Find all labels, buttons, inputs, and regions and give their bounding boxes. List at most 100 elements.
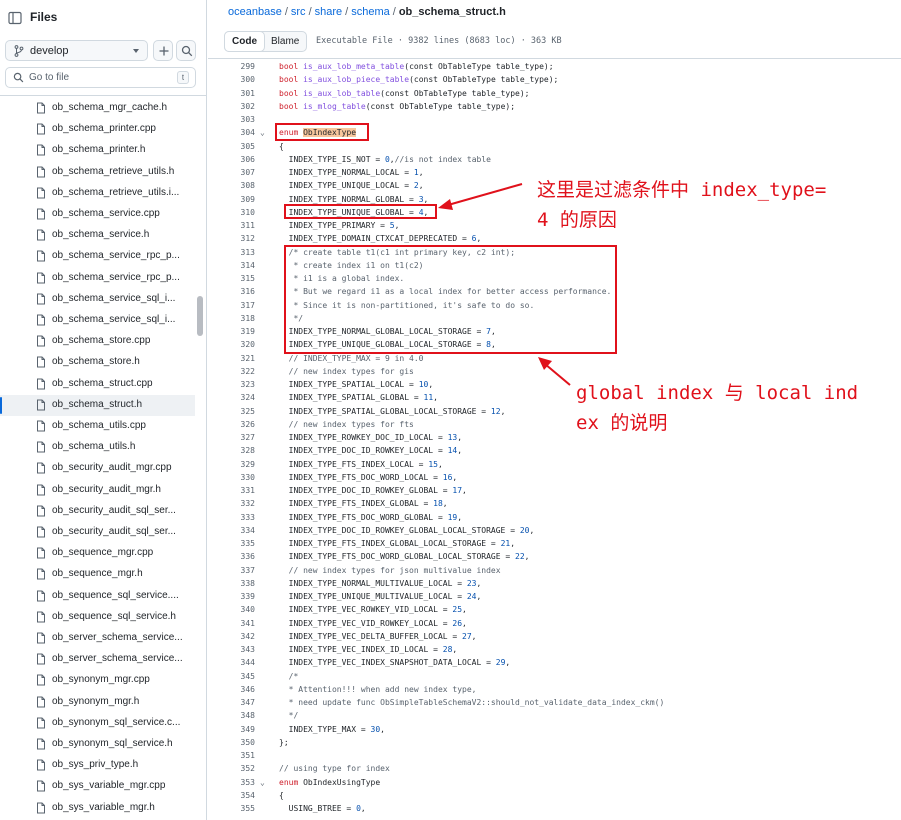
line-number[interactable]: 318 — [208, 312, 255, 325]
tab-code[interactable]: Code — [224, 31, 265, 52]
sidebar-scrollbar[interactable] — [197, 296, 203, 336]
breadcrumb-share-link[interactable]: share — [315, 6, 343, 18]
file-tree-item[interactable]: ob_sequence_mgr.h — [0, 564, 195, 585]
file-tree-item[interactable]: ob_schema_utils.h — [0, 437, 195, 458]
line-number[interactable]: 352 — [208, 762, 255, 775]
breadcrumb-schema-link[interactable]: schema — [351, 6, 390, 18]
file-tree-item[interactable]: ob_schema_store.h — [0, 352, 195, 373]
file-tree-item[interactable]: ob_schema_store.cpp — [0, 331, 195, 352]
file-tree-item[interactable]: ob_sequence_mgr.cpp — [0, 543, 195, 564]
line-number[interactable]: 350 — [208, 736, 255, 749]
file-tree-item[interactable]: ob_schema_printer.cpp — [0, 119, 195, 140]
line-number[interactable]: 307 — [208, 166, 255, 179]
line-number[interactable]: 306 — [208, 153, 255, 166]
file-tree-item[interactable]: ob_schema_utils.cpp — [0, 416, 195, 437]
file-tree-item[interactable]: ob_security_audit_mgr.cpp — [0, 458, 195, 479]
line-number[interactable]: 324 — [208, 391, 255, 404]
file-tree-item[interactable]: ob_schema_retrieve_utils.h — [0, 162, 195, 183]
line-number[interactable]: 300 — [208, 73, 255, 86]
line-number[interactable]: 304 — [208, 126, 255, 139]
line-number[interactable]: 345 — [208, 670, 255, 683]
collapse-sidebar-icon[interactable] — [8, 11, 22, 25]
line-number[interactable]: 322 — [208, 365, 255, 378]
line-number[interactable]: 319 — [208, 325, 255, 338]
line-number[interactable]: 347 — [208, 696, 255, 709]
line-number[interactable]: 336 — [208, 550, 255, 563]
line-number[interactable]: 320 — [208, 338, 255, 351]
file-tree-item[interactable]: ob_sys_variable_mgr.h — [0, 798, 195, 819]
line-number[interactable]: 326 — [208, 418, 255, 431]
line-number[interactable]: 309 — [208, 193, 255, 206]
line-number[interactable]: 311 — [208, 219, 255, 232]
breadcrumb-repo-link[interactable]: oceanbase — [228, 6, 282, 18]
line-number[interactable]: 316 — [208, 285, 255, 298]
line-number[interactable]: 349 — [208, 723, 255, 736]
line-number[interactable]: 308 — [208, 179, 255, 192]
file-tree-item[interactable]: ob_schema_struct.h — [0, 394, 195, 416]
breadcrumb-src-link[interactable]: src — [291, 6, 306, 18]
file-tree-item[interactable]: ob_server_schema_service... — [0, 649, 195, 670]
add-file-button[interactable] — [153, 40, 173, 61]
file-tree-item[interactable]: ob_security_audit_mgr.h — [0, 480, 195, 501]
line-number[interactable]: 355 — [208, 802, 255, 815]
line-number[interactable]: 332 — [208, 497, 255, 510]
file-tree-item[interactable]: ob_schema_service_sql_i... — [0, 310, 195, 331]
line-number[interactable]: 321 — [208, 352, 255, 365]
file-tree-item[interactable]: ob_synonym_mgr.h — [0, 692, 195, 713]
tab-blame[interactable]: Blame — [264, 32, 306, 51]
line-number[interactable]: 338 — [208, 577, 255, 590]
line-number[interactable]: 344 — [208, 656, 255, 669]
line-number[interactable]: 303 — [208, 113, 255, 126]
line-number[interactable]: 310 — [208, 206, 255, 219]
file-tree-item[interactable]: ob_sys_variable_mgr.cpp — [0, 776, 195, 797]
line-number[interactable]: 354 — [208, 789, 255, 802]
file-tree-item[interactable]: ob_security_audit_sql_ser... — [0, 501, 195, 522]
line-number[interactable]: 341 — [208, 617, 255, 630]
file-tree-item[interactable]: ob_schema_retrieve_utils.i... — [0, 183, 195, 204]
line-number[interactable]: 314 — [208, 259, 255, 272]
line-number[interactable]: 337 — [208, 564, 255, 577]
file-tree-item[interactable]: ob_schema_printer.h — [0, 140, 195, 161]
line-number[interactable]: 346 — [208, 683, 255, 696]
line-number[interactable]: 299 — [208, 60, 255, 73]
line-number[interactable]: 351 — [208, 749, 255, 762]
branch-selector[interactable]: develop — [5, 40, 148, 61]
line-number[interactable]: 329 — [208, 458, 255, 471]
line-number[interactable]: 315 — [208, 272, 255, 285]
fold-chevron-icon[interactable]: ⌄ — [260, 777, 265, 789]
file-tree-item[interactable]: ob_schema_service.h — [0, 225, 195, 246]
line-number[interactable]: 353 — [208, 776, 255, 789]
line-number[interactable]: 302 — [208, 100, 255, 113]
line-number[interactable]: 313 — [208, 246, 255, 259]
file-tree-item[interactable]: ob_sys_priv_type.h — [0, 755, 195, 776]
line-number[interactable]: 301 — [208, 87, 255, 100]
line-number[interactable]: 323 — [208, 378, 255, 391]
line-number[interactable]: 343 — [208, 643, 255, 656]
line-number[interactable]: 305 — [208, 140, 255, 153]
line-number[interactable]: 340 — [208, 603, 255, 616]
file-tree-item[interactable]: ob_synonym_mgr.cpp — [0, 670, 195, 691]
file-tree-item[interactable]: ob_synonym_sql_service.c... — [0, 713, 195, 734]
file-tree-item[interactable]: ob_schema_service_rpc_p... — [0, 246, 195, 267]
fold-chevron-icon[interactable]: ⌄ — [260, 127, 265, 139]
search-code-button[interactable] — [176, 40, 196, 61]
line-number[interactable]: 330 — [208, 471, 255, 484]
file-tree-item[interactable]: ob_synonym_sql_service.h — [0, 734, 195, 755]
line-number[interactable]: 333 — [208, 511, 255, 524]
go-to-file-input[interactable]: Go to file t — [5, 67, 196, 88]
line-number[interactable]: 317 — [208, 299, 255, 312]
file-tree-item[interactable]: ob_schema_service_sql_i... — [0, 289, 195, 310]
line-number[interactable]: 334 — [208, 524, 255, 537]
file-tree-item[interactable]: ob_security_audit_sql_ser... — [0, 522, 195, 543]
file-tree-item[interactable]: ob_schema_service.cpp — [0, 204, 195, 225]
line-number[interactable]: 348 — [208, 709, 255, 722]
file-tree-item[interactable]: ob_server_schema_service... — [0, 628, 195, 649]
file-tree-item[interactable]: ob_schema_struct.cpp — [0, 374, 195, 395]
line-number[interactable]: 339 — [208, 590, 255, 603]
line-number[interactable]: 312 — [208, 232, 255, 245]
file-tree-item[interactable]: ob_sequence_sql_service.... — [0, 586, 195, 607]
file-tree-item[interactable]: ob_schema_service_rpc_p... — [0, 268, 195, 289]
line-number[interactable]: 325 — [208, 405, 255, 418]
line-number[interactable]: 342 — [208, 630, 255, 643]
line-number[interactable]: 328 — [208, 444, 255, 457]
